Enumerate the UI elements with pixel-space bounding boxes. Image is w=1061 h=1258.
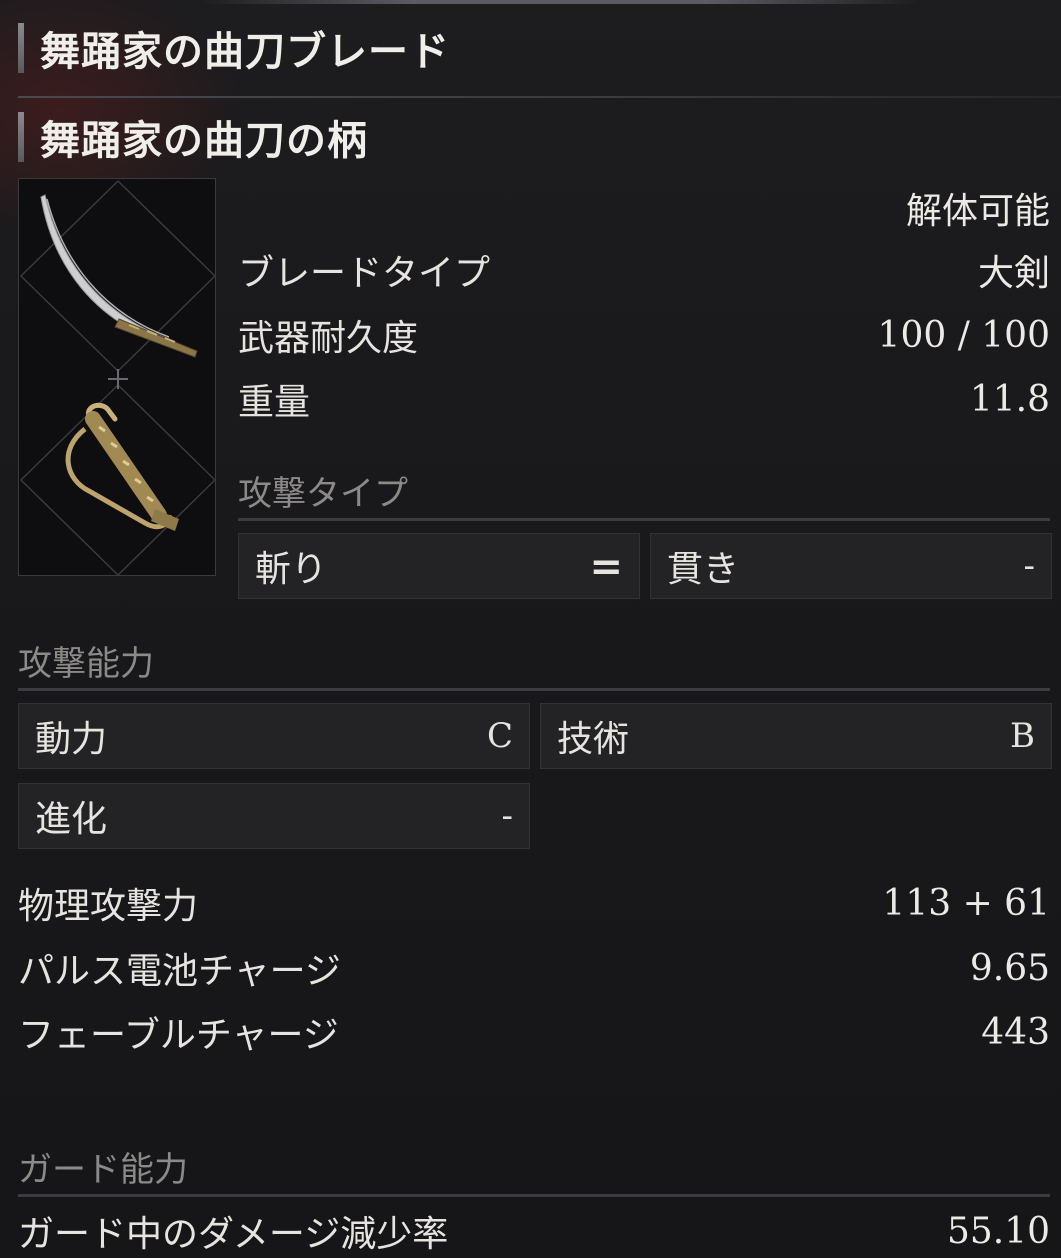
preview-frame	[19, 179, 215, 575]
slash-label: 斬り	[255, 549, 328, 590]
guard-divider	[18, 1194, 1050, 1197]
pierce-cell: 貫き -	[650, 533, 1052, 599]
attack-ability-heading: 攻撃能力	[18, 644, 154, 684]
title-blade-row: 舞踊家の曲刀ブレード	[18, 17, 450, 79]
physical-attack-value: 113 + 61	[882, 882, 1050, 924]
technique-value: B	[1010, 716, 1035, 756]
attack-ability-divider	[18, 688, 1050, 691]
motivity-cell: 動力 C	[18, 703, 530, 769]
durability-row: 武器耐久度 100 / 100	[238, 310, 1050, 360]
top-divider	[200, 0, 920, 4]
weight-row: 重量 11.8	[238, 374, 1050, 424]
guard-reduction-row: ガード中のダメージ減少率 55.10	[18, 1206, 1050, 1256]
pierce-label: 貫き	[667, 549, 740, 590]
durability-value: 100 / 100	[877, 314, 1050, 356]
physical-attack-label: 物理攻撃力	[18, 886, 199, 927]
advance-cell: 進化 -	[18, 783, 530, 849]
blade-type-label: ブレードタイプ	[238, 253, 491, 294]
weight-value: 11.8	[969, 378, 1050, 420]
pulse-charge-label: パルス電池チャージ	[18, 951, 341, 992]
physical-attack-row: 物理攻撃力 113 + 61	[18, 878, 1050, 928]
motivity-label: 動力	[35, 719, 108, 760]
durability-label: 武器耐久度	[238, 318, 419, 359]
title-accent-bar	[18, 23, 24, 73]
technique-cell: 技術 B	[540, 703, 1052, 769]
title-handle: 舞踊家の曲刀の柄	[40, 117, 368, 164]
plus-icon	[108, 369, 128, 389]
title-blade: 舞踊家の曲刀ブレード	[40, 28, 450, 75]
technique-label: 技術	[557, 719, 630, 760]
advance-label: 進化	[35, 799, 108, 840]
attack-type-divider	[238, 518, 1050, 521]
pulse-charge-value: 9.65	[969, 947, 1050, 989]
title-separator	[18, 96, 1061, 98]
slash-cell: 斬り =	[238, 533, 640, 599]
pierce-value: -	[1023, 546, 1036, 586]
fable-charge-row: フェーブルチャージ 443	[18, 1007, 1050, 1057]
attack-type-heading: 攻撃タイプ	[238, 474, 408, 514]
disassemble-status: 解体可能	[905, 191, 1050, 232]
advance-value: -	[501, 796, 514, 836]
guard-reduction-label: ガード中のダメージ減少率	[18, 1214, 449, 1255]
pulse-charge-row: パルス電池チャージ 9.65	[18, 943, 1050, 993]
guard-heading: ガード能力	[18, 1150, 188, 1190]
blade-type-value: 大剣	[977, 253, 1050, 294]
disassemble-row: 解体可能	[238, 183, 1050, 233]
saber-handle-icon	[65, 402, 179, 531]
title-handle-row: 舞踊家の曲刀の柄	[18, 106, 368, 168]
fable-charge-value: 443	[981, 1011, 1050, 1053]
motivity-value: C	[486, 716, 513, 756]
guard-reduction-value: 55.10	[946, 1210, 1050, 1252]
curved-saber-blade-icon	[40, 194, 198, 358]
slash-value: =	[589, 542, 623, 590]
weight-label: 重量	[238, 382, 311, 423]
title-accent-bar	[18, 112, 24, 162]
blade-type-row: ブレードタイプ 大剣	[238, 245, 1050, 295]
weapon-preview-panel	[18, 178, 216, 576]
fable-charge-label: フェーブルチャージ	[18, 1015, 339, 1056]
